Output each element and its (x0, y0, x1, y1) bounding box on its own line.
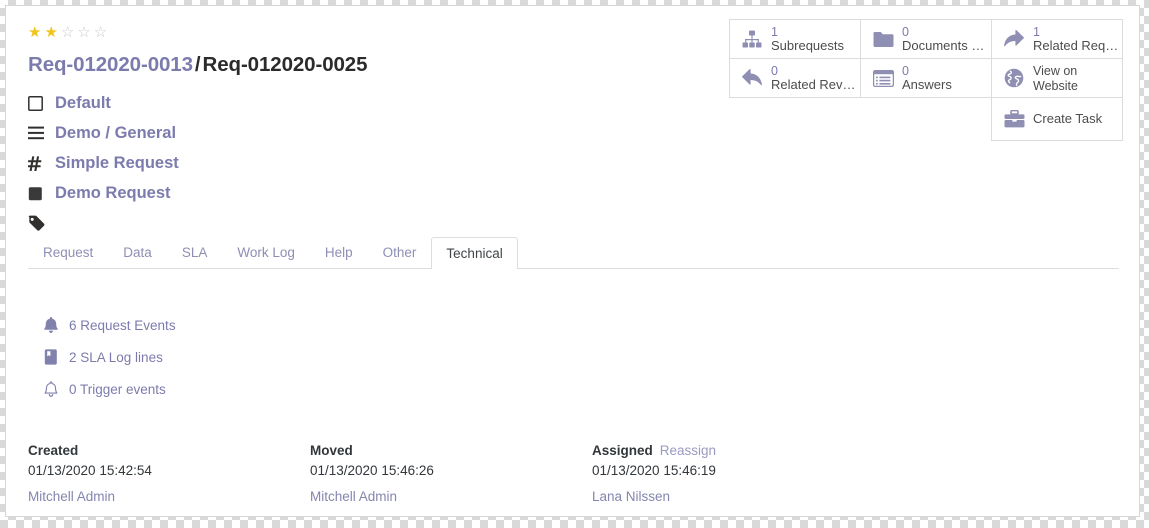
stat-label: View on Website (1033, 64, 1078, 93)
reassign-button[interactable]: Reassign (660, 443, 716, 458)
stat-button-text: 1 Subrequests (771, 24, 844, 54)
star-icon-4[interactable]: ☆ (77, 25, 90, 40)
footer-date-assigned: 01/13/2020 15:46:19 (592, 463, 716, 478)
parent-request-link[interactable]: Req-012020-0013 (28, 53, 193, 76)
footer-column-assigned: Assigned Reassign 01/13/2020 15:46:19 Lan… (592, 443, 922, 504)
footer-user-created[interactable]: Mitchell Admin (28, 489, 310, 504)
stat-button-text: Create Task (1033, 111, 1102, 127)
meta-row-type: Simple Request (28, 148, 367, 178)
record-meta-list: Default Demo / General Simple Request De… (28, 88, 367, 238)
footer-date-created: 01/13/2020 15:42:54 (28, 463, 152, 478)
star-icon-3[interactable]: ☆ (61, 25, 74, 40)
star-icon-1[interactable]: ★ (28, 25, 41, 40)
globe-icon (1001, 65, 1027, 91)
stat-button-box: 1 Subrequests 0 Documents … 1 Related Re… (727, 19, 1123, 141)
stat-button-documents[interactable]: 0 Documents … (860, 19, 992, 59)
stat-label: Related Req… (1033, 39, 1119, 54)
footer-heading-moved: Moved (310, 443, 353, 458)
stat-button-answers[interactable]: 0 Answers (860, 58, 992, 98)
book-icon (40, 349, 62, 365)
stat-value: 0 (902, 64, 909, 79)
footer-heading-assigned: Assigned Reassign (592, 443, 922, 458)
stat-value: 0 (902, 25, 909, 40)
meta-row-kind: Demo Request (28, 178, 367, 208)
share-icon (1001, 26, 1027, 52)
hashtag-icon (28, 155, 50, 171)
meta-label-kind[interactable]: Demo Request (55, 184, 171, 203)
meta-label-default[interactable]: Default (55, 94, 111, 113)
stat-button-text: 1 Related Req… (1033, 24, 1118, 54)
meta-label-category[interactable]: Demo / General (55, 124, 176, 143)
footer-user-moved[interactable]: Mitchell Admin (310, 489, 592, 504)
stat-button-row-1: 1 Subrequests 0 Documents … 1 Related Re… (727, 19, 1123, 59)
stat-button-row-3: Create Task (727, 97, 1123, 141)
tag-icon (28, 215, 50, 231)
briefcase-icon (1001, 106, 1027, 132)
stat-value: 0 (771, 64, 778, 79)
reply-icon (739, 65, 765, 91)
request-events-link[interactable]: 6 Request Events (40, 309, 176, 341)
stat-label: Documents … (902, 39, 985, 54)
footer-date-moved: 01/13/2020 15:46:26 (310, 463, 434, 478)
tab-other[interactable]: Other (368, 237, 432, 268)
bell-filled-icon (40, 317, 62, 333)
list-alt-icon (870, 65, 896, 91)
record-footer: Created 01/13/2020 15:42:54 Mitchell Adm… (28, 443, 1028, 504)
footer-column-moved: Moved 01/13/2020 15:46:26 Mitchell Admin (310, 443, 592, 504)
stat-button-text: 0 Documents … (902, 24, 984, 54)
notebook-tabs: Request Data SLA Work Log Help Other Tec… (28, 237, 1119, 269)
square-o-icon (28, 95, 50, 111)
stat-button-create-task[interactable]: Create Task (991, 97, 1123, 141)
tab-work-log[interactable]: Work Log (222, 237, 310, 268)
folder-icon (870, 26, 896, 52)
stat-spacer (729, 97, 861, 137)
bars-icon (28, 126, 50, 140)
stat-value: 1 (1033, 25, 1040, 40)
meta-row-tags (28, 208, 367, 238)
stat-button-related-requests[interactable]: 1 Related Req… (991, 19, 1123, 59)
star-icon-5[interactable]: ☆ (94, 25, 107, 40)
tab-help[interactable]: Help (310, 237, 368, 268)
tab-sla[interactable]: SLA (167, 237, 223, 268)
priority-rating[interactable]: ★ ★ ☆ ☆ ☆ (28, 24, 367, 41)
stat-label: Create Task (1033, 112, 1103, 127)
current-request-ref: Req-012020-0025 (202, 53, 368, 76)
stat-button-text: 0 Related Rev… (771, 63, 856, 93)
stat-button-subrequests[interactable]: 1 Subrequests (729, 19, 861, 59)
title-separator: / (194, 53, 201, 76)
stat-button-text: 0 Answers (902, 63, 952, 93)
record-form-page: 1 Subrequests 0 Documents … 1 Related Re… (5, 5, 1140, 517)
square-filled-icon (28, 186, 50, 201)
stat-value: 1 (771, 25, 778, 40)
stat-button-related-reviews[interactable]: 0 Related Rev… (729, 58, 861, 98)
page-title: Req-012020-0013/Req-012020-0025 (28, 53, 368, 77)
tab-data[interactable]: Data (108, 237, 167, 268)
trigger-events-link[interactable]: 0 Trigger events (40, 373, 176, 405)
sla-log-lines-link[interactable]: 2 SLA Log lines (40, 341, 176, 373)
star-icon-2[interactable]: ★ (44, 25, 57, 40)
tab-technical[interactable]: Technical (431, 237, 518, 269)
meta-row-default: Default (28, 88, 367, 118)
stat-button-view-on-website[interactable]: View on Website (991, 58, 1123, 98)
stat-button-text: View on Website (1033, 63, 1122, 93)
bell-outline-icon (40, 381, 62, 397)
sla-log-lines-label: 2 SLA Log lines (69, 349, 163, 365)
tab-request[interactable]: Request (28, 237, 108, 268)
meta-row-category: Demo / General (28, 118, 367, 148)
stat-spacer (860, 97, 992, 137)
trigger-events-label: 0 Trigger events (69, 381, 166, 397)
footer-heading-assigned-text: Assigned (592, 443, 653, 458)
footer-heading-created: Created (28, 443, 79, 458)
stat-button-row-2: 0 Related Rev… 0 Answers View on Website (727, 58, 1123, 98)
sitemap-icon (739, 26, 765, 52)
technical-tab-panel: 6 Request Events 2 SLA Log lines 0 Trigg… (40, 309, 176, 405)
stat-label: Related Rev… (771, 78, 856, 93)
stat-label: Answers (902, 78, 952, 93)
footer-user-assigned[interactable]: Lana Nilssen (592, 489, 922, 504)
footer-column-created: Created 01/13/2020 15:42:54 Mitchell Adm… (28, 443, 310, 504)
stat-label: Subrequests (771, 39, 844, 54)
request-events-label: 6 Request Events (69, 317, 176, 333)
record-header: ★ ★ ☆ ☆ ☆ Req-012020-0013/Req-012020-002… (28, 24, 368, 238)
meta-label-type[interactable]: Simple Request (55, 154, 179, 173)
